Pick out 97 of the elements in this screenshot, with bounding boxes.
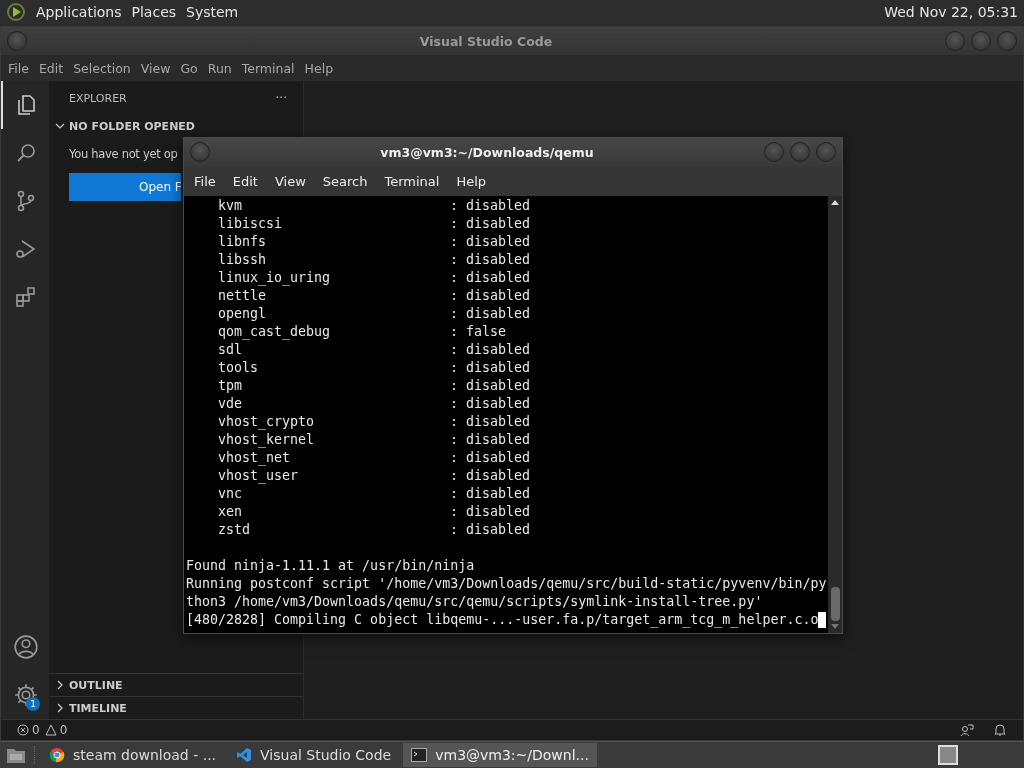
- menu-item[interactable]: Run: [202, 60, 237, 76]
- output-line: Found ninja-1.11.1 at /usr/bin/ninja: [186, 557, 475, 575]
- menu-item[interactable]: File: [187, 173, 223, 189]
- option-value: : disabled: [450, 467, 531, 485]
- menu-item[interactable]: Edit: [33, 60, 69, 76]
- option-name: vhost_crypto: [217, 413, 316, 431]
- warning-icon[interactable]: [44, 724, 57, 736]
- section-header[interactable]: TIMELINE: [69, 701, 127, 715]
- option-name: libnfs: [217, 233, 268, 251]
- option-value: : disabled: [450, 449, 531, 467]
- option-name: tools: [217, 359, 260, 377]
- error-count[interactable]: 0: [32, 723, 40, 737]
- option-value: : disabled: [450, 521, 531, 539]
- account-icon[interactable]: [13, 634, 39, 660]
- option-name: sdl: [217, 341, 244, 359]
- text-cursor: [818, 612, 827, 628]
- bell-icon[interactable]: [993, 723, 1007, 737]
- option-value: : disabled: [450, 287, 531, 305]
- output-line: Running postconf script '/home/vm3/Downloads/qemu/src/build-static/pyvenv/bin/py: [186, 575, 827, 593]
- option-value: : disabled: [450, 413, 531, 431]
- option-value: : disabled: [450, 431, 531, 449]
- menu-item[interactable]: View: [135, 60, 176, 76]
- option-name: xen: [217, 503, 244, 521]
- option-name: vhost_kernel: [217, 431, 316, 449]
- option-name: libiscsi: [217, 215, 284, 233]
- panel-menu[interactable]: Places: [131, 4, 177, 20]
- option-value: : disabled: [450, 485, 531, 503]
- play-logo-icon[interactable]: [6, 2, 26, 22]
- section-header[interactable]: OUTLINE: [69, 678, 123, 692]
- scroll-thumb[interactable]: [830, 587, 840, 621]
- menu-item[interactable]: Search: [315, 173, 375, 189]
- folder-icon[interactable]: [6, 746, 26, 764]
- option-name: vde: [217, 395, 244, 413]
- window-title: Visual Studio Code: [418, 33, 554, 49]
- menu-item[interactable]: Help: [449, 173, 494, 189]
- workspace-switcher[interactable]: [938, 745, 958, 765]
- explorer-message: You have not yet op: [69, 147, 178, 163]
- panel-menu[interactable]: System: [186, 4, 239, 20]
- option-value: : disabled: [450, 197, 531, 215]
- clock[interactable]: Wed Nov 22, 05:31: [884, 4, 1018, 20]
- open-folder-button[interactable]: Open F: [69, 173, 181, 201]
- browser-icon: [49, 747, 65, 763]
- code-editor-icon: [236, 747, 253, 763]
- more-actions[interactable]: ···: [275, 91, 287, 105]
- option-value: : disabled: [450, 503, 531, 521]
- chevron-down-icon: [55, 121, 65, 131]
- option-value: : disabled: [450, 251, 531, 269]
- option-value: : disabled: [450, 359, 531, 377]
- error-icon[interactable]: [17, 724, 29, 736]
- option-name: vhost_user: [217, 467, 300, 485]
- taskbar-item[interactable]: steam download - ...: [41, 743, 225, 767]
- option-name: nettle: [217, 287, 268, 305]
- option-name: vnc: [217, 485, 244, 503]
- settings-icon[interactable]: [13, 682, 39, 708]
- menu-item[interactable]: Terminal: [377, 173, 447, 189]
- scrollbar[interactable]: [828, 196, 842, 633]
- menu-item[interactable]: Selection: [68, 60, 136, 76]
- chevron-right-icon: [55, 703, 65, 713]
- menu-item[interactable]: Help: [299, 60, 339, 76]
- terminal-icon: [411, 748, 428, 762]
- option-name: linux_io_uring: [217, 269, 332, 287]
- chevron-right-icon: [55, 680, 65, 690]
- section-header[interactable]: NO FOLDER OPENED: [69, 119, 195, 133]
- option-name: qom_cast_debug: [217, 323, 332, 341]
- option-name: opengl: [217, 305, 268, 323]
- menu-item[interactable]: Edit: [225, 173, 265, 189]
- option-value: : disabled: [450, 269, 531, 287]
- menu-item[interactable]: File: [3, 60, 34, 76]
- menu-item[interactable]: Go: [175, 60, 203, 76]
- feedback-icon[interactable]: [960, 723, 974, 737]
- sidebar-title: EXPLORER: [69, 91, 127, 105]
- option-name: kvm: [217, 197, 244, 215]
- warning-count[interactable]: 0: [59, 723, 68, 737]
- scroll-down-icon[interactable]: [830, 623, 840, 631]
- extensions-icon: [14, 285, 38, 309]
- menu-item[interactable]: Terminal: [236, 60, 300, 76]
- output-line: thon3 /home/vm3/Downloads/qemu/src/qemu/scripts/symlink-install-tree.py': [186, 593, 763, 611]
- notification-badge: 1: [26, 697, 40, 711]
- panel-menu[interactable]: Applications: [36, 4, 122, 20]
- scroll-up-icon[interactable]: [830, 198, 840, 206]
- menu-item[interactable]: View: [267, 173, 313, 189]
- option-value: : disabled: [450, 215, 531, 233]
- taskbar-item[interactable]: vm3@vm3:~/Downl...: [403, 743, 597, 767]
- option-value: : disabled: [450, 377, 531, 395]
- option-name: zstd: [217, 521, 252, 539]
- output-line: [480/2828] Compiling C object libqemu-...-user.fa.p/target_arm_tcg_m_helper.c.o: [186, 611, 819, 629]
- option-value: : disabled: [450, 233, 531, 251]
- option-name: vhost_net: [217, 449, 292, 467]
- option-name: libssh: [217, 251, 268, 269]
- option-value: : disabled: [450, 395, 531, 413]
- window-title: vm3@vm3:~/Downloads/qemu: [379, 144, 595, 160]
- option-value: : false: [450, 323, 507, 341]
- option-name: tpm: [217, 377, 244, 395]
- taskbar-item[interactable]: Visual Studio Code: [228, 743, 400, 767]
- run-debug-icon: [14, 237, 38, 261]
- option-value: : disabled: [450, 341, 531, 359]
- option-value: : disabled: [450, 305, 531, 323]
